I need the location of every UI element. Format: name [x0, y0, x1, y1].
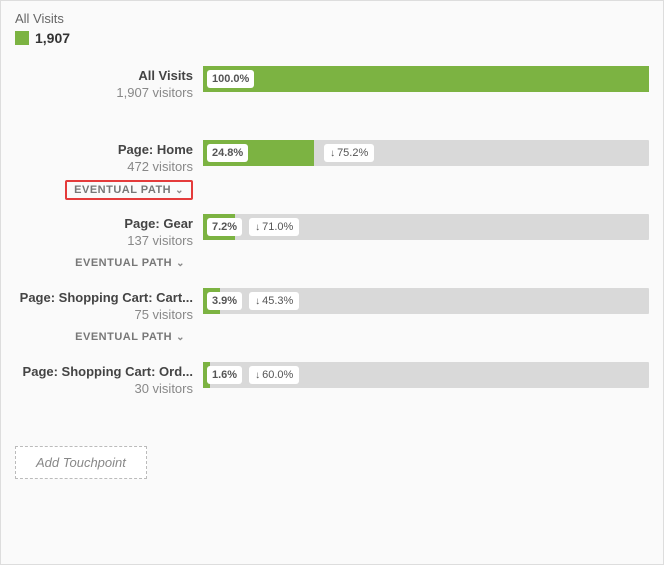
fallout-panel: All Visits 1,907 All Visits 1,907 visitor… — [0, 0, 664, 565]
row-bar-area: 7.2% ↓71.0% — [203, 214, 649, 274]
fallout-rows: All Visits 1,907 visitors 100.0% Page: Home… — [15, 66, 649, 422]
fallout-row: Page: Gear 137 visitors EVENTUAL PATH ⌄ 7.2%… — [15, 214, 649, 274]
chevron-down-icon: ⌄ — [176, 332, 185, 343]
panel-metric: 1,907 — [15, 30, 649, 46]
fallout-row: Page: Home 472 visitors EVENTUAL PATH ⌄ 24.8… — [15, 140, 649, 200]
arrow-down-icon: ↓ — [330, 148, 335, 159]
bar-fill — [203, 66, 649, 92]
row-subtitle: 1,907 visitors — [15, 85, 193, 100]
percent-badge: 1.6% — [207, 366, 242, 384]
row-title: Page: Shopping Cart: Ord... — [15, 364, 193, 379]
drop-badge: ↓60.0% — [249, 366, 299, 384]
eventual-path-label: EVENTUAL PATH — [75, 331, 172, 343]
row-labels: All Visits 1,907 visitors — [15, 66, 203, 126]
row-title: Page: Gear — [15, 216, 193, 231]
percent-badge: 7.2% — [207, 218, 242, 236]
drop-badge: ↓45.3% — [249, 292, 299, 310]
eventual-path-label: EVENTUAL PATH — [75, 257, 172, 269]
row-spacer — [203, 240, 649, 274]
row-labels: Page: Shopping Cart: Ord... 30 visitors — [15, 362, 203, 422]
swatch-icon — [15, 31, 29, 45]
row-title: All Visits — [15, 68, 193, 83]
row-spacer — [203, 314, 649, 348]
arrow-down-icon: ↓ — [255, 370, 260, 381]
bar-track: 24.8% ↓75.2% — [203, 140, 649, 166]
drop-value: 71.0% — [262, 221, 293, 233]
row-subtitle: 472 visitors — [15, 159, 193, 174]
drop-badge: ↓75.2% — [324, 144, 374, 162]
row-labels: Page: Home 472 visitors EVENTUAL PATH ⌄ — [15, 140, 203, 200]
bar-track: 1.6% ↓60.0% — [203, 362, 649, 388]
eventual-path-button[interactable]: EVENTUAL PATH ⌄ — [65, 180, 193, 200]
row-subtitle: 75 visitors — [15, 307, 193, 322]
bar-track: 3.9% ↓45.3% — [203, 288, 649, 314]
row-spacer — [203, 166, 649, 200]
eventual-path-button[interactable]: EVENTUAL PATH ⌄ — [67, 328, 193, 346]
drop-badge: ↓71.0% — [249, 218, 299, 236]
fallout-row: All Visits 1,907 visitors 100.0% — [15, 66, 649, 126]
drop-value: 45.3% — [262, 295, 293, 307]
row-subtitle: 30 visitors — [15, 381, 193, 396]
row-subtitle: 137 visitors — [15, 233, 193, 248]
drop-value: 75.2% — [337, 147, 368, 159]
fallout-row: Page: Shopping Cart: Ord... 30 visitors 1.… — [15, 362, 649, 422]
drop-value: 60.0% — [262, 369, 293, 381]
row-labels: Page: Shopping Cart: Cart... 75 visitors E… — [15, 288, 203, 348]
row-bar-area: 1.6% ↓60.0% — [203, 362, 649, 422]
panel-value: 1,907 — [35, 30, 70, 46]
row-spacer — [203, 92, 649, 126]
row-labels: Page: Gear 137 visitors EVENTUAL PATH ⌄ — [15, 214, 203, 274]
row-bar-area: 24.8% ↓75.2% — [203, 140, 649, 200]
row-spacer — [203, 388, 649, 422]
arrow-down-icon: ↓ — [255, 296, 260, 307]
row-title: Page: Home — [15, 142, 193, 157]
eventual-path-button[interactable]: EVENTUAL PATH ⌄ — [67, 254, 193, 272]
percent-badge: 3.9% — [207, 292, 242, 310]
chevron-down-icon: ⌄ — [175, 185, 184, 196]
row-bar-area: 100.0% — [203, 66, 649, 126]
bar-track: 7.2% ↓71.0% — [203, 214, 649, 240]
add-touchpoint-button[interactable]: Add Touchpoint — [15, 446, 147, 479]
percent-badge: 24.8% — [207, 144, 248, 162]
eventual-path-label: EVENTUAL PATH — [74, 184, 171, 196]
percent-badge: 100.0% — [207, 70, 254, 88]
row-title: Page: Shopping Cart: Cart... — [15, 290, 193, 305]
row-bar-area: 3.9% ↓45.3% — [203, 288, 649, 348]
arrow-down-icon: ↓ — [255, 222, 260, 233]
fallout-row: Page: Shopping Cart: Cart... 75 visitors E… — [15, 288, 649, 348]
panel-title: All Visits — [15, 11, 649, 26]
chevron-down-icon: ⌄ — [176, 258, 185, 269]
bar-track: 100.0% — [203, 66, 649, 92]
